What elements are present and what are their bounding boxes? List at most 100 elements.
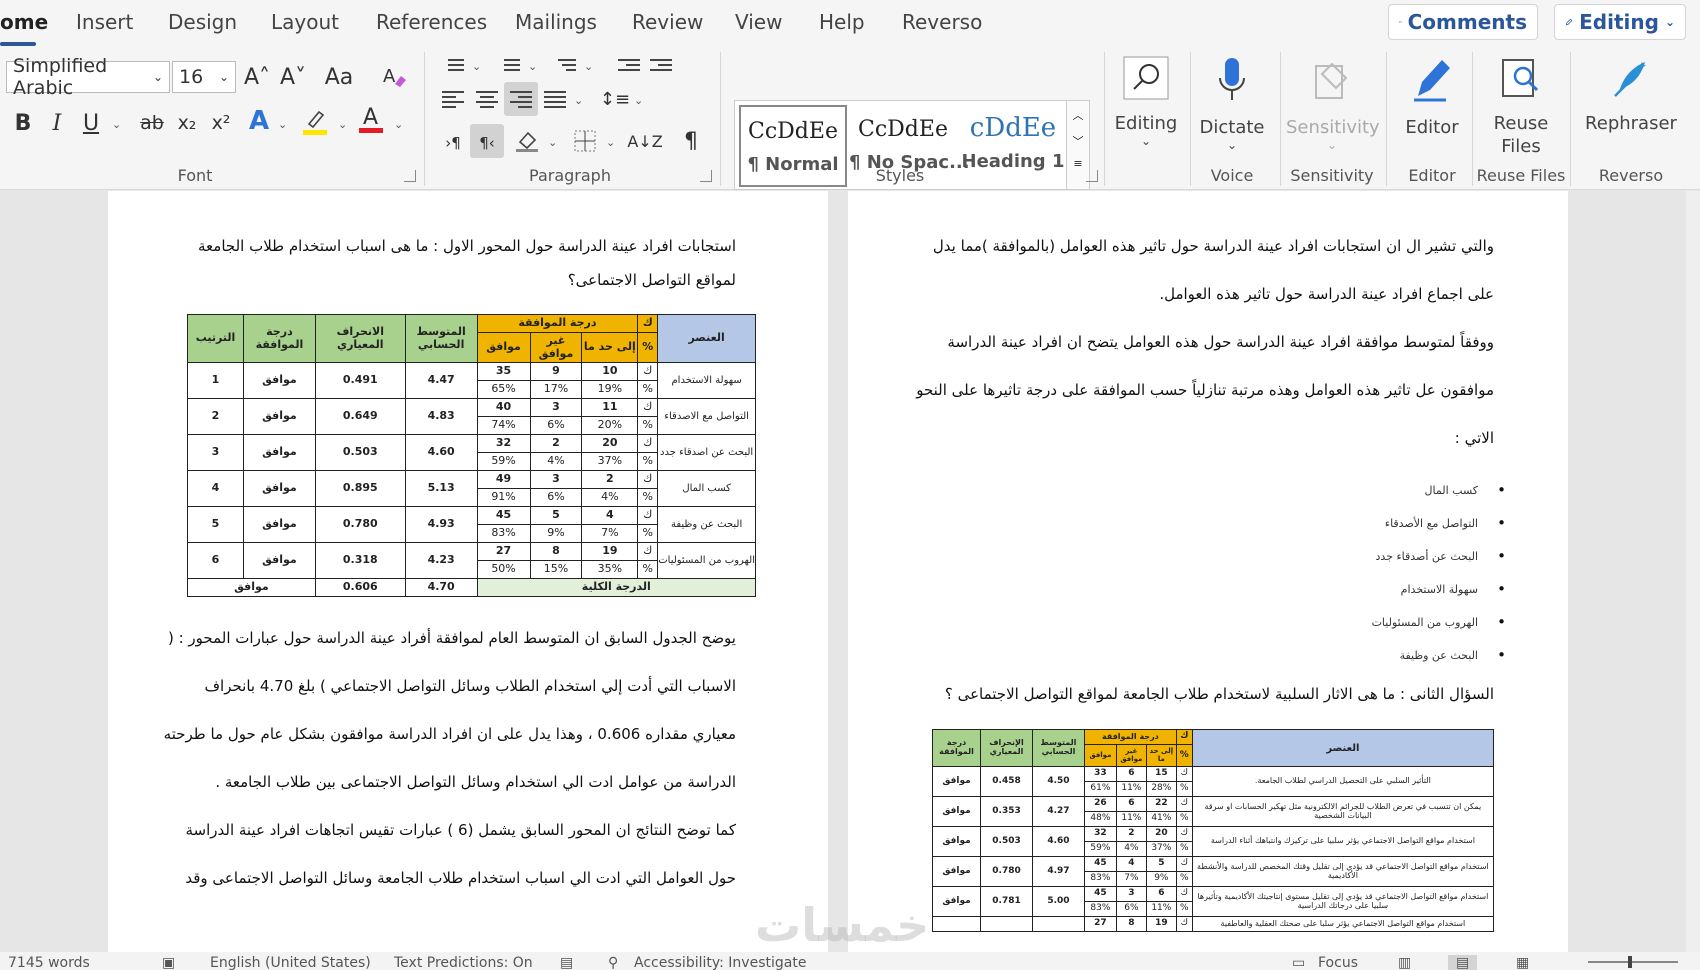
table-cell: ك	[1175, 796, 1193, 812]
bullets-icon[interactable]	[442, 56, 464, 74]
proofing-icon[interactable]: ▣	[162, 955, 175, 970]
comments-button[interactable]: Comments	[1388, 4, 1538, 40]
borders-icon[interactable]	[570, 126, 600, 156]
font-name-combo[interactable]: Simplified Arabic ⌄	[6, 55, 170, 99]
tab-insert[interactable]: Insert	[76, 10, 133, 34]
align-left-icon[interactable]	[442, 88, 464, 108]
zoom-slider[interactable]	[1588, 961, 1678, 963]
numbering-icon[interactable]	[498, 56, 520, 74]
shrink-font-button[interactable]: A˅	[278, 62, 308, 92]
highlight-button[interactable]	[300, 106, 330, 136]
table-cell: استخدام مواقع التواصل الاجتماعي قد يؤدي …	[1191, 886, 1495, 917]
read-mode-icon[interactable]: ▥	[1398, 955, 1411, 970]
align-right-icon[interactable]	[510, 88, 532, 108]
focus-button[interactable]: Focus	[1318, 955, 1358, 970]
tab-help[interactable]: Help	[819, 10, 865, 34]
chevron-down-icon[interactable]: ⌄	[394, 118, 403, 131]
align-center-icon[interactable]	[476, 88, 498, 108]
grow-font-button[interactable]: A˄	[242, 62, 272, 92]
italic-button[interactable]: I	[42, 108, 72, 138]
decrease-indent-icon[interactable]	[618, 56, 640, 74]
style-normal[interactable]: CcDdEe ¶ Normal	[739, 105, 847, 187]
table-cell: 33	[1083, 766, 1117, 782]
table-cell: موافق	[242, 362, 316, 399]
table-header: الانحراف المعياري	[314, 314, 406, 363]
chevron-down-icon[interactable]: ⌄	[574, 94, 583, 107]
tab-reverso[interactable]: Reverso	[902, 10, 982, 34]
ltr-direction-icon[interactable]: ›¶	[438, 128, 468, 158]
left-paragraph-line: الاسباب التي أدت إلي استخدام الطلاب وسائ…	[204, 677, 737, 695]
active-tab-indicator	[0, 42, 36, 46]
chevron-down-icon[interactable]: ⌄	[278, 118, 287, 131]
sort-icon[interactable]: A↓Z	[627, 126, 662, 156]
table-cell: %	[1175, 781, 1193, 797]
chevron-down-icon[interactable]: ﹀	[1067, 133, 1089, 149]
table-header: العنصر	[657, 314, 756, 363]
chevron-down-icon[interactable]: ⌄	[606, 136, 615, 149]
tab-mailings[interactable]: Mailings	[515, 10, 597, 34]
table-cell: 32	[1083, 826, 1117, 842]
increase-indent-icon[interactable]	[650, 56, 672, 74]
show-formatting-icon[interactable]: ¶	[676, 126, 706, 156]
chevron-down-icon[interactable]: ⌄	[528, 60, 537, 73]
chevron-down-icon[interactable]: ⌄	[472, 60, 481, 73]
font-size-combo[interactable]: 16 ⌄	[172, 61, 236, 93]
table-cell: %	[637, 380, 659, 399]
chevron-down-icon: ⌄	[152, 70, 163, 84]
word-count[interactable]: 7145 words	[8, 955, 90, 970]
text-effects-button[interactable]: A	[244, 106, 274, 136]
change-case-button[interactable]: Aa	[318, 62, 360, 92]
zoom-slider-thumb[interactable]	[1628, 956, 1632, 968]
editor-button[interactable]: Editor	[1396, 56, 1468, 138]
tab-design[interactable]: Design	[168, 10, 237, 34]
chevron-down-icon[interactable]: ⌄	[548, 136, 557, 149]
tab-review[interactable]: Review	[632, 10, 703, 34]
tab-references[interactable]: References	[376, 10, 487, 34]
style-heading-1[interactable]: cDdEe Heading 1	[959, 105, 1067, 187]
chevron-down-icon[interactable]: ⌄	[338, 118, 347, 131]
sensitivity-button[interactable]: Sensitivity ⌄	[1286, 56, 1380, 152]
chevron-up-icon[interactable]: ︿	[1067, 107, 1089, 123]
rephraser-button[interactable]: ✦ Rephraser	[1576, 56, 1686, 134]
table-cell: 48%	[1083, 811, 1117, 827]
table-cell: 59%	[1083, 841, 1117, 857]
web-layout-icon[interactable]: ▦	[1516, 955, 1529, 970]
styles-dialog-launcher[interactable]	[1086, 170, 1098, 182]
multilevel-list-icon[interactable]	[554, 56, 576, 74]
chevron-down-icon[interactable]: ⌄	[584, 60, 593, 73]
print-layout-icon[interactable]: ▤	[1448, 955, 1478, 970]
line-spacing-icon[interactable]: ↕≡	[600, 84, 630, 114]
language-status[interactable]: English (United States)	[210, 955, 371, 970]
style-normal-name: ¶ Normal	[747, 154, 839, 175]
table-cell: 5	[1145, 856, 1177, 872]
table-cell: 61%	[1083, 781, 1117, 797]
table-cell: 5.13	[404, 470, 478, 507]
chevron-down-icon[interactable]: ⌄	[634, 94, 643, 107]
accessibility-status[interactable]: Accessibility: Investigate	[634, 955, 806, 970]
font-dialog-launcher[interactable]	[404, 170, 416, 182]
table-cell: 4%	[529, 452, 583, 471]
dictate-button[interactable]: Dictate ⌄	[1196, 56, 1268, 152]
shading-icon[interactable]	[512, 126, 542, 156]
vertical-scrollbar[interactable]	[1686, 191, 1700, 952]
more-styles-icon[interactable]: ≡	[1067, 157, 1089, 170]
strikethrough-button[interactable]: ab	[134, 108, 170, 138]
superscript-button[interactable]: x²	[206, 108, 236, 138]
bold-button[interactable]: B	[8, 108, 38, 138]
table-cell: موافق	[242, 542, 316, 579]
paragraph-dialog-launcher[interactable]	[700, 170, 712, 182]
tab-home[interactable]: ome	[0, 10, 48, 34]
tab-view[interactable]: View	[735, 10, 782, 34]
clear-formatting-button[interactable]: A	[380, 62, 410, 92]
underline-button[interactable]: U	[76, 108, 106, 138]
table-cell: ك	[1175, 916, 1193, 932]
reuse-files-button[interactable]: Reuse Files	[1480, 56, 1562, 157]
text-predictions-status[interactable]: Text Predictions: On	[394, 955, 533, 970]
justify-icon[interactable]	[544, 88, 566, 108]
editing-mode-button[interactable]: Editing ⌄	[1554, 4, 1686, 40]
subscript-button[interactable]: x₂	[172, 108, 202, 138]
chevron-down-icon[interactable]: ⌄	[112, 118, 121, 131]
editing-button[interactable]: Editing ⌄	[1114, 56, 1178, 148]
font-color-button[interactable]: A	[356, 104, 386, 134]
tab-layout[interactable]: Layout	[271, 10, 339, 34]
